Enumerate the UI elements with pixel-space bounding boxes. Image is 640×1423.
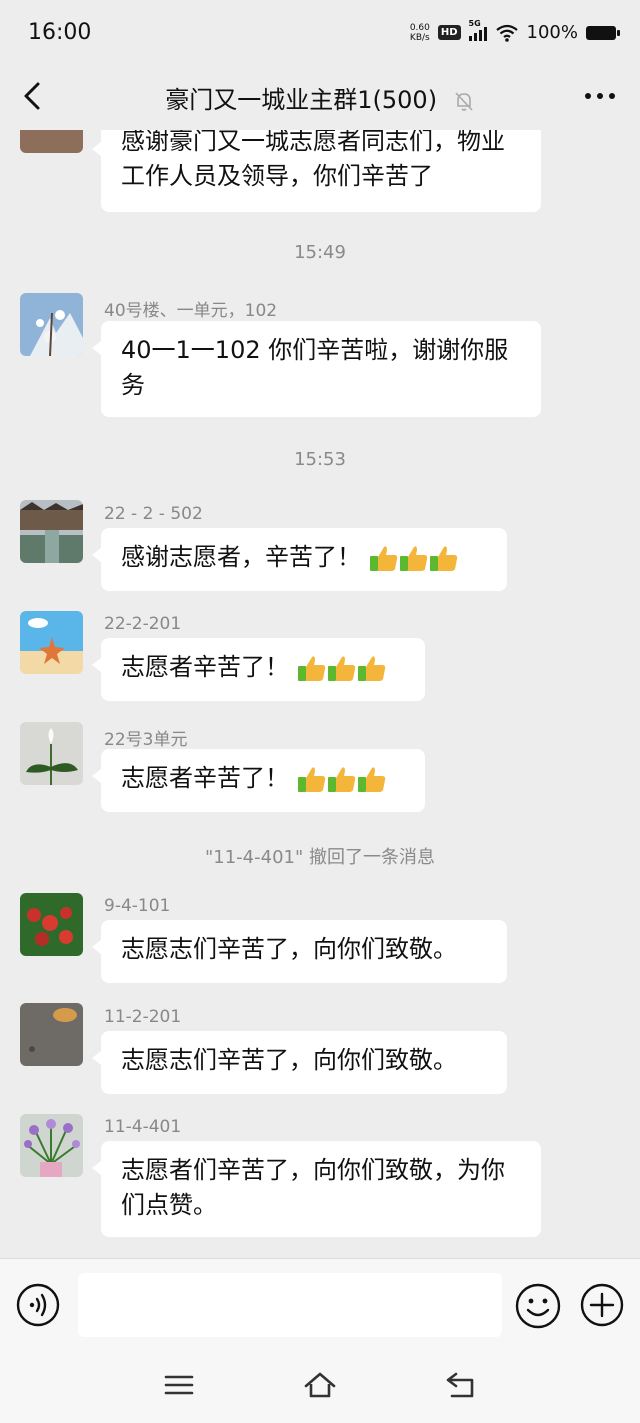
network-speed: 0.60 KB/s: [409, 22, 430, 43]
emoji-icon[interactable]: [515, 1283, 561, 1329]
sender-name: 11-4-401: [104, 1117, 182, 1137]
hd-icon: HD: [437, 25, 461, 40]
message-text: 志愿志们辛苦了，向你们致敬。: [121, 1046, 457, 1074]
thumbs-up-emoji: [327, 656, 355, 681]
bell-off-icon: [455, 92, 473, 111]
message-bubble[interactable]: 志愿者辛苦了！: [92, 638, 425, 701]
message-bubble[interactable]: 志愿者辛苦了！: [92, 749, 425, 812]
sender-name: 11-2-201: [104, 1007, 182, 1027]
menu-icon[interactable]: [162, 1370, 196, 1400]
thumbs-up-emoji: [357, 656, 385, 681]
message-text: 感谢志愿者，辛苦了！: [121, 543, 361, 571]
avatar[interactable]: [20, 611, 83, 674]
thumbs-up-emoji: [297, 767, 325, 792]
message-input[interactable]: [78, 1273, 502, 1337]
thumbs-up-emoji: [297, 656, 325, 681]
avatar[interactable]: [20, 722, 83, 785]
avatar[interactable]: [20, 500, 83, 563]
message-text: 40一1一102 你们辛苦啦，谢谢你服务: [121, 336, 509, 399]
message-bubble[interactable]: 志愿志们辛苦了，向你们致敬。: [92, 920, 507, 983]
sender-name: 22 - 2 - 502: [104, 504, 203, 524]
input-bar: [0, 1258, 640, 1351]
message-text: 志愿者辛苦了！: [121, 653, 289, 681]
thumbs-up-emoji: [429, 546, 457, 571]
plus-icon[interactable]: [580, 1283, 624, 1327]
thumbs-up-emoji: [399, 546, 427, 571]
sender-name: 40号楼、一单元，102: [104, 301, 278, 321]
system-nav-bar: [0, 1350, 640, 1423]
message-bubble[interactable]: 感谢志愿者，辛苦了！: [92, 528, 507, 591]
timestamp: 15:53: [294, 449, 346, 470]
avatar[interactable]: [20, 893, 83, 956]
message-bubble[interactable]: 40一1一102 你们辛苦啦，谢谢你服务: [92, 321, 541, 417]
more-icon[interactable]: [582, 84, 618, 108]
signal-icon: 5G: [468, 19, 487, 41]
thumbs-up-emoji: [357, 767, 385, 792]
message-text: 志愿志们辛苦了，向你们致敬。: [121, 935, 457, 963]
sender-name: 9-4-101: [104, 896, 171, 916]
group-name: 豪门又一城业主群1(500): [165, 86, 438, 114]
message-text: 志愿者辛苦了！: [121, 764, 289, 792]
chat-message-list[interactable]: 感谢豪门又一城志愿者同志们，物业工作人员及领导，你们辛苦了 15:49 40号楼…: [0, 130, 640, 1258]
status-time: 16:00: [28, 20, 92, 45]
message-text: 志愿者们辛苦了，向你们致敬，为你们点赞。: [121, 1156, 505, 1219]
wifi-icon: [495, 24, 518, 42]
message-bubble[interactable]: 志愿者们辛苦了，向你们致敬，为你们点赞。: [92, 1141, 541, 1237]
status-icons: 0.60 KB/s HD 5G 100%: [409, 19, 620, 43]
avatar[interactable]: [20, 1003, 83, 1066]
battery-percent: 100%: [526, 22, 578, 43]
message-bubble[interactable]: 感谢豪门又一城志愿者同志们，物业工作人员及领导，你们辛苦了: [92, 130, 541, 212]
avatar[interactable]: [20, 130, 83, 153]
voice-icon[interactable]: [16, 1283, 60, 1327]
back-icon[interactable]: [444, 1370, 478, 1400]
thumbs-up-emoji: [327, 767, 355, 792]
message-bubble[interactable]: 志愿志们辛苦了，向你们致敬。: [92, 1031, 507, 1094]
battery-icon: [586, 25, 620, 40]
sender-name: 22-2-201: [104, 614, 182, 634]
recall-notice: "11-4-401" 撤回了一条消息: [205, 847, 435, 868]
timestamp: 15:49: [294, 242, 346, 263]
thumbs-up-emoji: [369, 546, 397, 571]
avatar[interactable]: [20, 293, 83, 356]
sender-name: 22号3单元: [104, 730, 188, 750]
avatar[interactable]: [20, 1114, 83, 1177]
home-icon[interactable]: [303, 1370, 337, 1400]
chat-title: 豪门又一城业主群1(500): [0, 80, 640, 115]
message-text: 感谢豪门又一城志愿者同志们，物业工作人员及领导，你们辛苦了: [121, 130, 505, 190]
